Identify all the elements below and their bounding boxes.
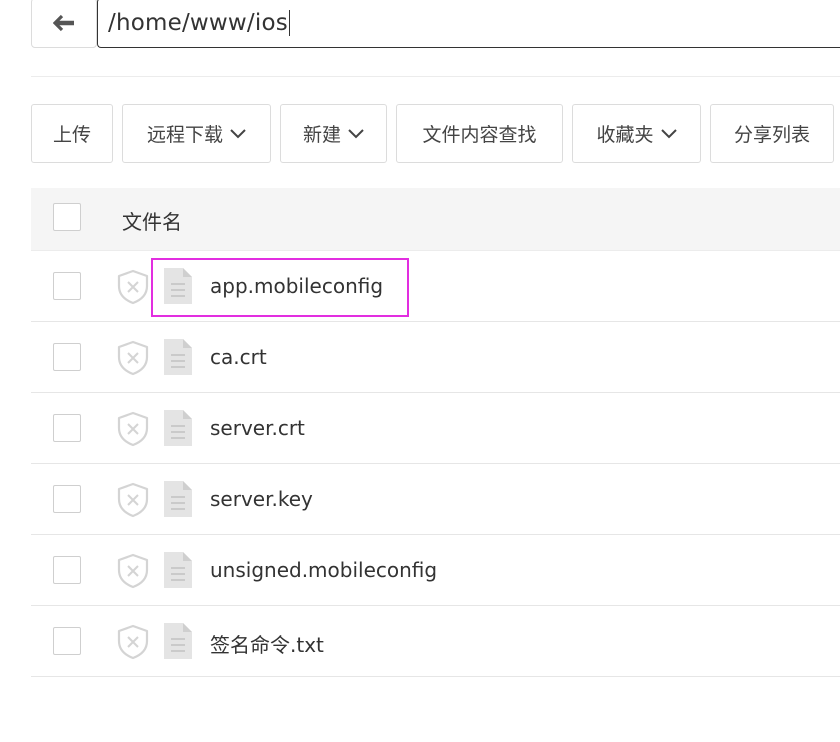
select-all-checkbox[interactable] [53,203,81,231]
remote-download-button-label: 远程下载 [146,124,223,146]
file-icon [164,481,192,517]
table-header: 文件名 [31,188,840,251]
row-checkbox[interactable] [53,627,81,655]
chevron-down-icon [230,128,246,138]
back-button[interactable] [31,0,97,48]
favorites-button[interactable]: 收藏夹 [572,104,701,163]
row-checkbox[interactable] [53,343,81,371]
highlight-box [151,258,409,317]
table-body: app.mobileconfig ca.crt server.crt server.k… [31,251,840,677]
toolbar: 上传 远程下载 新建 文件内容查找 收藏夹 分享列表 [31,104,840,163]
shield-x-icon[interactable] [116,624,150,660]
file-icon [164,410,192,446]
file-name[interactable]: server.crt [210,416,305,440]
share-list-button-label: 分享列表 [733,124,810,146]
table-row[interactable]: app.mobileconfig [31,251,840,322]
shield-x-icon[interactable] [116,482,150,518]
file-icon [164,552,192,588]
shield-x-icon[interactable] [116,553,150,589]
file-table: 文件名 app.mobileconfig ca.crt server.crt serv… [31,188,840,677]
text-caret [288,10,290,36]
row-checkbox[interactable] [53,485,81,513]
upload-button-label: 上传 [52,124,91,146]
row-checkbox[interactable] [53,272,81,300]
new-button-label: 新建 [302,124,341,146]
row-checkbox[interactable] [53,556,81,584]
file-name[interactable]: 签名命令.txt [210,629,324,658]
path-input[interactable]: /home/www/ios [97,0,840,48]
upload-button[interactable]: 上传 [31,104,113,163]
file-name[interactable]: unsigned.mobileconfig [210,558,437,582]
table-row[interactable]: ca.crt [31,322,840,393]
arrow-left-icon [53,14,74,32]
file-name[interactable]: ca.crt [210,345,267,369]
column-header-filename: 文件名 [122,210,182,234]
row-checkbox[interactable] [53,414,81,442]
remote-download-button[interactable]: 远程下载 [122,104,271,163]
shield-x-icon[interactable] [116,269,150,305]
divider [31,76,840,77]
chevron-down-icon [348,128,364,138]
file-content-search-button-label: 文件内容查找 [422,124,537,146]
favorites-button-label: 收藏夹 [596,124,654,146]
share-list-button[interactable]: 分享列表 [710,104,834,163]
shield-x-icon[interactable] [116,411,150,447]
file-icon [164,339,192,375]
file-icon [164,623,192,659]
table-row[interactable]: 签名命令.txt [31,606,840,677]
new-button[interactable]: 新建 [280,104,387,163]
chevron-down-icon [660,128,677,138]
table-row[interactable]: server.crt [31,393,840,464]
file-name[interactable]: server.key [210,487,313,511]
shield-x-icon[interactable] [116,340,150,376]
file-content-search-button[interactable]: 文件内容查找 [396,104,563,163]
table-row[interactable]: unsigned.mobileconfig [31,535,840,606]
table-row[interactable]: server.key [31,464,840,535]
path-bar: /home/www/ios [31,0,840,48]
path-text: /home/www/ios [108,10,288,36]
